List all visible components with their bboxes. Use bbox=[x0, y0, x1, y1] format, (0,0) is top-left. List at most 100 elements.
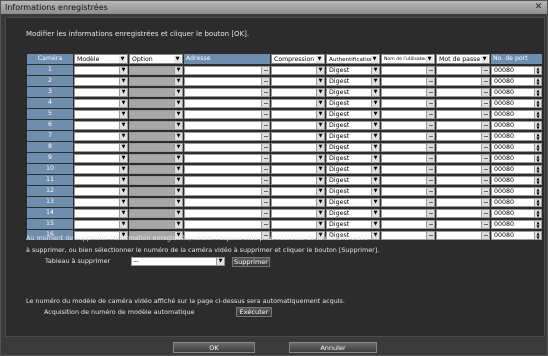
compression-select[interactable]: ▼ bbox=[271, 198, 325, 207]
username-input[interactable] bbox=[381, 154, 435, 163]
auth-select[interactable]: Digest ▼ bbox=[326, 187, 380, 196]
password-edit-icon[interactable] bbox=[481, 155, 489, 162]
username-input[interactable] bbox=[381, 99, 435, 108]
address-input[interactable] bbox=[184, 165, 270, 174]
password-edit-icon[interactable] bbox=[481, 232, 489, 239]
cancel-button[interactable]: Annuler bbox=[289, 342, 377, 353]
password-input[interactable] bbox=[436, 231, 490, 240]
option-select[interactable]: ▼ bbox=[129, 176, 183, 185]
compression-select[interactable]: ▼ bbox=[271, 209, 325, 218]
header-option-select[interactable]: Option ▼ bbox=[129, 54, 183, 64]
username-edit-icon[interactable] bbox=[426, 78, 434, 85]
spinner-arrows-icon[interactable]: ▲ ▼ bbox=[534, 89, 541, 96]
address-browse-icon[interactable] bbox=[261, 177, 269, 184]
username-edit-icon[interactable] bbox=[426, 210, 434, 217]
port-stepper[interactable]: 00080 ▲ ▼ bbox=[491, 88, 542, 97]
port-stepper[interactable]: 00080 ▲ ▼ bbox=[491, 176, 542, 185]
password-edit-icon[interactable] bbox=[481, 100, 489, 107]
option-select[interactable]: ▼ bbox=[129, 99, 183, 108]
port-stepper[interactable]: 00080 ▲ ▼ bbox=[491, 209, 542, 218]
username-edit-icon[interactable] bbox=[426, 155, 434, 162]
address-browse-icon[interactable] bbox=[261, 166, 269, 173]
option-select[interactable]: ▼ bbox=[129, 66, 183, 75]
compression-select[interactable]: ▼ bbox=[271, 110, 325, 119]
username-input[interactable] bbox=[381, 77, 435, 86]
auth-select[interactable]: Digest ▼ bbox=[326, 88, 380, 97]
address-input[interactable] bbox=[184, 143, 270, 152]
address-browse-icon[interactable] bbox=[261, 122, 269, 129]
address-input[interactable] bbox=[184, 132, 270, 141]
address-input[interactable] bbox=[184, 154, 270, 163]
password-edit-icon[interactable] bbox=[481, 188, 489, 195]
password-edit-icon[interactable] bbox=[481, 221, 489, 228]
port-stepper[interactable]: 00080 ▲ ▼ bbox=[491, 187, 542, 196]
option-select[interactable]: ▼ bbox=[129, 88, 183, 97]
password-input[interactable] bbox=[436, 77, 490, 86]
auth-select[interactable]: Digest ▼ bbox=[326, 99, 380, 108]
option-select[interactable]: ▼ bbox=[129, 77, 183, 86]
auth-select[interactable]: Digest ▼ bbox=[326, 154, 380, 163]
password-edit-icon[interactable] bbox=[481, 122, 489, 129]
username-input[interactable] bbox=[381, 66, 435, 75]
model-select[interactable]: ▼ bbox=[74, 110, 128, 119]
username-edit-icon[interactable] bbox=[426, 177, 434, 184]
delete-button[interactable]: Supprimer bbox=[232, 257, 270, 267]
password-input[interactable] bbox=[436, 110, 490, 119]
option-select[interactable]: ▼ bbox=[129, 121, 183, 130]
spinner-arrows-icon[interactable]: ▲ ▼ bbox=[534, 100, 541, 107]
port-stepper[interactable]: 00080 ▲ ▼ bbox=[491, 165, 542, 174]
password-input[interactable] bbox=[436, 154, 490, 163]
model-select[interactable]: ▼ bbox=[74, 132, 128, 141]
port-stepper[interactable]: 00080 ▲ ▼ bbox=[491, 132, 542, 141]
username-edit-icon[interactable] bbox=[426, 221, 434, 228]
execute-button[interactable]: Exécuter bbox=[236, 307, 272, 317]
compression-select[interactable]: ▼ bbox=[271, 165, 325, 174]
password-edit-icon[interactable] bbox=[481, 67, 489, 74]
spinner-arrows-icon[interactable]: ▲ ▼ bbox=[534, 133, 541, 140]
auth-select[interactable]: Digest ▼ bbox=[326, 176, 380, 185]
model-select[interactable]: ▼ bbox=[74, 121, 128, 130]
password-edit-icon[interactable] bbox=[481, 144, 489, 151]
model-select[interactable]: ▼ bbox=[74, 209, 128, 218]
address-input[interactable] bbox=[184, 77, 270, 86]
password-input[interactable] bbox=[436, 176, 490, 185]
address-browse-icon[interactable] bbox=[261, 111, 269, 118]
username-input[interactable] bbox=[381, 132, 435, 141]
model-select[interactable]: ▼ bbox=[74, 143, 128, 152]
password-input[interactable] bbox=[436, 209, 490, 218]
address-browse-icon[interactable] bbox=[261, 67, 269, 74]
delete-table-select[interactable]: -- ▼ bbox=[131, 257, 225, 266]
spinner-arrows-icon[interactable]: ▲ ▼ bbox=[534, 188, 541, 195]
password-edit-icon[interactable] bbox=[481, 111, 489, 118]
spinner-arrows-icon[interactable]: ▲ ▼ bbox=[534, 210, 541, 217]
port-stepper[interactable]: 00080 ▲ ▼ bbox=[491, 154, 542, 163]
header-password-select[interactable]: Mot de passe ▼ bbox=[436, 54, 490, 64]
compression-select[interactable]: ▼ bbox=[271, 132, 325, 141]
option-select[interactable]: ▼ bbox=[129, 165, 183, 174]
compression-select[interactable]: ▼ bbox=[271, 220, 325, 229]
address-input[interactable] bbox=[184, 209, 270, 218]
address-input[interactable] bbox=[184, 176, 270, 185]
port-stepper[interactable]: 00080 ▲ ▼ bbox=[491, 99, 542, 108]
port-stepper[interactable]: 00080 ▲ ▼ bbox=[491, 77, 542, 86]
model-select[interactable]: ▼ bbox=[74, 198, 128, 207]
spinner-arrows-icon[interactable]: ▲ ▼ bbox=[534, 78, 541, 85]
port-stepper[interactable]: 00080 ▲ ▼ bbox=[491, 198, 542, 207]
auth-select[interactable]: Digest ▼ bbox=[326, 220, 380, 229]
compression-select[interactable]: ▼ bbox=[271, 88, 325, 97]
port-stepper[interactable]: 00080 ▲ ▼ bbox=[491, 220, 542, 229]
spinner-arrows-icon[interactable]: ▲ ▼ bbox=[534, 177, 541, 184]
spinner-arrows-icon[interactable]: ▲ ▼ bbox=[534, 199, 541, 206]
ok-button[interactable]: OK bbox=[173, 342, 255, 353]
address-input[interactable] bbox=[184, 121, 270, 130]
option-select[interactable]: ▼ bbox=[129, 220, 183, 229]
address-input[interactable] bbox=[184, 198, 270, 207]
password-input[interactable] bbox=[436, 143, 490, 152]
password-edit-icon[interactable] bbox=[481, 166, 489, 173]
option-select[interactable]: ▼ bbox=[129, 110, 183, 119]
model-select[interactable]: ▼ bbox=[74, 99, 128, 108]
address-input[interactable] bbox=[184, 99, 270, 108]
address-browse-icon[interactable] bbox=[261, 199, 269, 206]
password-input[interactable] bbox=[436, 165, 490, 174]
model-select[interactable]: ▼ bbox=[74, 187, 128, 196]
